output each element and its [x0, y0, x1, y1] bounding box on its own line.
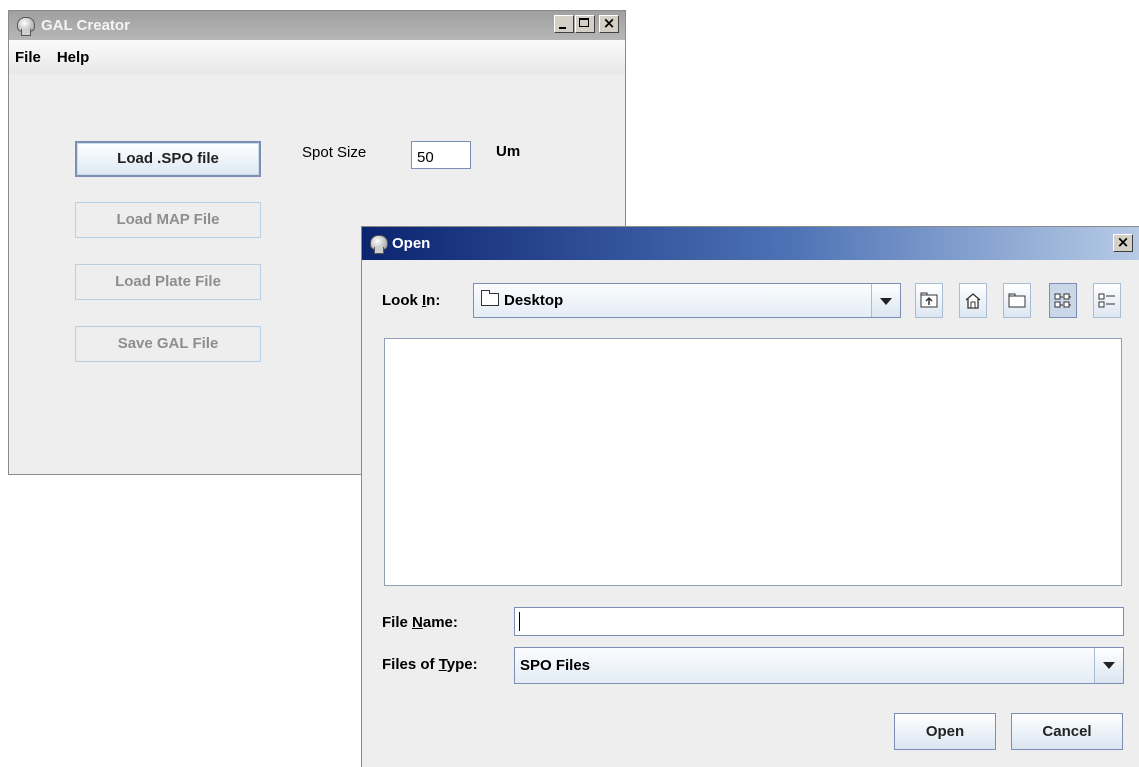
up-one-level-icon [920, 292, 938, 308]
save-gal-button[interactable]: Save GAL File [75, 326, 261, 362]
details-view-button[interactable] [1093, 283, 1121, 318]
text-caret [519, 612, 520, 631]
folder-icon [481, 290, 499, 306]
list-view-button[interactable] [1049, 283, 1077, 318]
window-title: GAL Creator [41, 17, 130, 34]
dialog-close-button[interactable]: × [1113, 233, 1133, 252]
spot-size-input[interactable] [411, 141, 471, 169]
chevron-down-icon [1103, 662, 1115, 669]
list-view-icon [1054, 293, 1071, 308]
spot-size-unit: Um [496, 143, 521, 160]
menu-help[interactable]: Help [57, 49, 90, 66]
new-folder-icon [1008, 293, 1026, 308]
file-name-input[interactable] [514, 607, 1124, 636]
details-view-icon [1098, 293, 1115, 308]
up-one-level-button[interactable] [915, 283, 943, 318]
look-in-label: Look In: [382, 292, 441, 309]
look-in-dropdown-button[interactable] [871, 284, 900, 317]
dialog-titlebar[interactable]: Open × [362, 227, 1139, 260]
spot-size-label: Spot Size [302, 144, 367, 161]
files-of-type-value: SPO Files [520, 657, 591, 674]
files-of-type-dropdown-button[interactable] [1094, 648, 1123, 683]
app-skull-icon [368, 233, 390, 255]
main-titlebar[interactable]: GAL Creator × [9, 11, 625, 40]
close-icon: × [1116, 233, 1130, 251]
chevron-down-icon [880, 298, 892, 305]
load-spo-button[interactable]: Load .SPO file [75, 141, 261, 177]
cancel-button[interactable]: Cancel [1011, 713, 1123, 750]
menu-file[interactable]: File [15, 49, 41, 66]
home-icon [965, 293, 981, 309]
load-plate-button[interactable]: Load Plate File [75, 264, 261, 300]
open-button[interactable]: Open [894, 713, 996, 750]
files-of-type-combo[interactable]: SPO Files [514, 647, 1124, 684]
look-in-value: Desktop [504, 292, 564, 309]
open-dialog: Open × Look In: Desktop File Name: Files… [361, 226, 1139, 767]
dialog-title: Open [392, 235, 431, 252]
home-button[interactable] [959, 283, 987, 318]
minimize-icon [559, 27, 566, 29]
minimize-button[interactable] [554, 15, 574, 33]
load-map-button[interactable]: Load MAP File [75, 202, 261, 238]
close-button[interactable]: × [599, 14, 619, 33]
maximize-button[interactable] [575, 15, 595, 33]
maximize-icon [579, 18, 589, 27]
files-of-type-label: Files of Type: [382, 656, 478, 673]
close-icon: × [602, 14, 616, 32]
file-list-pane[interactable] [384, 338, 1122, 586]
new-folder-button[interactable] [1003, 283, 1031, 318]
look-in-combo[interactable]: Desktop [473, 283, 901, 318]
file-name-label: File Name: [382, 614, 458, 631]
menu-bar: File Help [9, 40, 625, 74]
app-skull-icon [15, 15, 37, 37]
